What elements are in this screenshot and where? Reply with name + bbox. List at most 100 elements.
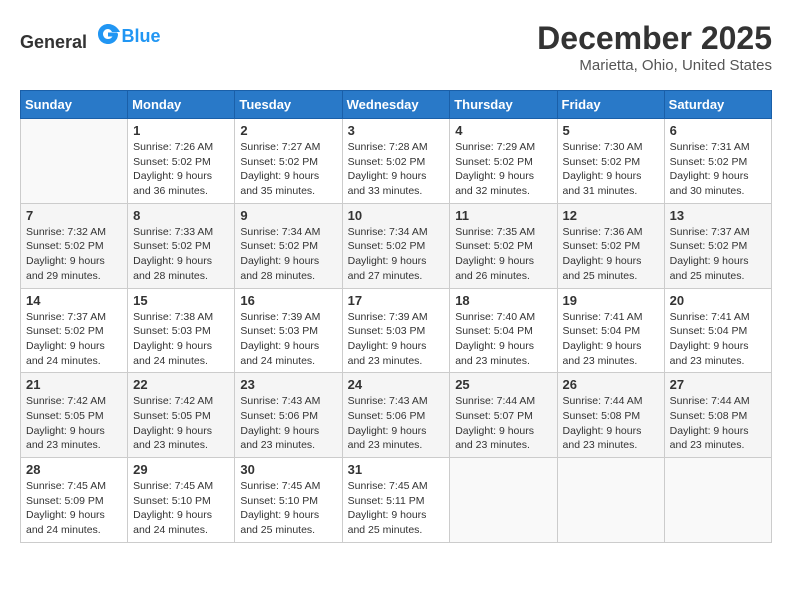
logo: General Blue (20, 20, 161, 53)
day-info: Sunrise: 7:44 AMSunset: 5:08 PMDaylight:… (563, 394, 659, 453)
calendar-week-row: 21Sunrise: 7:42 AMSunset: 5:05 PMDayligh… (21, 373, 772, 458)
day-number: 5 (563, 123, 659, 138)
calendar-cell: 10 Sunrise: 7:34 AMSunset: 5:02 PMDayligh… (342, 203, 450, 288)
calendar-cell: 9 Sunrise: 7:34 AMSunset: 5:02 PMDaylight… (235, 203, 342, 288)
calendar-cell (450, 458, 557, 543)
calendar-cell: 14 Sunrise: 7:37 AMSunset: 5:02 PMDayligh… (21, 288, 128, 373)
calendar-cell: 8Sunrise: 7:33 AMSunset: 5:02 PMDaylight… (128, 203, 235, 288)
calendar-cell: 13 Sunrise: 7:37 AMSunset: 5:02 PMDayligh… (664, 203, 771, 288)
day-number: 11 (455, 208, 551, 223)
day-number: 22 (133, 377, 229, 392)
day-number: 27 (670, 377, 766, 392)
logo-blue: Blue (122, 26, 161, 46)
day-info: Sunrise: 7:37 AMSunset: 5:02 PMDaylight:… (26, 310, 122, 369)
day-info: Sunrise: 7:41 AMSunset: 5:04 PMDaylight:… (670, 310, 766, 369)
day-info: Sunrise: 7:36 AMSunset: 5:02 PMDaylight:… (563, 225, 659, 284)
day-number: 3 (348, 123, 445, 138)
calendar-cell: 30 Sunrise: 7:45 AMSunset: 5:10 PMDayligh… (235, 458, 342, 543)
calendar-cell (557, 458, 664, 543)
day-info: Sunrise: 7:43 AMSunset: 5:06 PMDaylight:… (240, 394, 336, 453)
day-info: Sunrise: 7:34 AMSunset: 5:02 PMDaylight:… (240, 225, 336, 284)
day-info: Sunrise: 7:45 AMSunset: 5:11 PMDaylight:… (348, 479, 445, 538)
calendar-cell: 29 Sunrise: 7:45 AMSunset: 5:10 PMDayligh… (128, 458, 235, 543)
day-info: Sunrise: 7:38 AMSunset: 5:03 PMDaylight:… (133, 310, 229, 369)
day-info: Sunrise: 7:39 AMSunset: 5:03 PMDaylight:… (240, 310, 336, 369)
calendar-cell: 3Sunrise: 7:28 AMSunset: 5:02 PMDaylight… (342, 119, 450, 204)
day-number: 12 (563, 208, 659, 223)
day-info: Sunrise: 7:39 AMSunset: 5:03 PMDaylight:… (348, 310, 445, 369)
day-info: Sunrise: 7:44 AMSunset: 5:07 PMDaylight:… (455, 394, 551, 453)
day-number: 14 (26, 293, 122, 308)
day-number: 25 (455, 377, 551, 392)
column-header-sunday: Sunday (21, 91, 128, 119)
day-info: Sunrise: 7:43 AMSunset: 5:06 PMDaylight:… (348, 394, 445, 453)
day-number: 4 (455, 123, 551, 138)
day-number: 8 (133, 208, 229, 223)
column-header-saturday: Saturday (664, 91, 771, 119)
calendar-cell: 2 Sunrise: 7:27 AMSunset: 5:02 PMDaylight… (235, 119, 342, 204)
calendar-week-row: 28Sunrise: 7:45 AMSunset: 5:09 PMDayligh… (21, 458, 772, 543)
calendar-cell: 1Sunrise: 7:26 AMSunset: 5:02 PMDaylight… (128, 119, 235, 204)
day-info: Sunrise: 7:42 AMSunset: 5:05 PMDaylight:… (133, 394, 229, 453)
day-info: Sunrise: 7:32 AMSunset: 5:02 PMDaylight:… (26, 225, 122, 284)
day-number: 17 (348, 293, 445, 308)
calendar-table: SundayMondayTuesdayWednesdayThursdayFrid… (20, 90, 772, 543)
column-header-wednesday: Wednesday (342, 91, 450, 119)
day-number: 6 (670, 123, 766, 138)
day-number: 29 (133, 462, 229, 477)
day-number: 30 (240, 462, 336, 477)
column-header-thursday: Thursday (450, 91, 557, 119)
calendar-cell: 23 Sunrise: 7:43 AMSunset: 5:06 PMDayligh… (235, 373, 342, 458)
day-info: Sunrise: 7:31 AMSunset: 5:02 PMDaylight:… (670, 140, 766, 199)
day-info: Sunrise: 7:27 AMSunset: 5:02 PMDaylight:… (240, 140, 336, 199)
day-number: 2 (240, 123, 336, 138)
day-info: Sunrise: 7:40 AMSunset: 5:04 PMDaylight:… (455, 310, 551, 369)
calendar-cell: 26 Sunrise: 7:44 AMSunset: 5:08 PMDayligh… (557, 373, 664, 458)
calendar-cell: 20 Sunrise: 7:41 AMSunset: 5:04 PMDayligh… (664, 288, 771, 373)
day-info: Sunrise: 7:42 AMSunset: 5:05 PMDaylight:… (26, 394, 122, 453)
calendar-cell: 11Sunrise: 7:35 AMSunset: 5:02 PMDayligh… (450, 203, 557, 288)
calendar-cell: 19Sunrise: 7:41 AMSunset: 5:04 PMDayligh… (557, 288, 664, 373)
calendar-cell: 16Sunrise: 7:39 AMSunset: 5:03 PMDayligh… (235, 288, 342, 373)
day-number: 24 (348, 377, 445, 392)
day-info: Sunrise: 7:45 AMSunset: 5:10 PMDaylight:… (133, 479, 229, 538)
day-number: 28 (26, 462, 122, 477)
calendar-cell: 5 Sunrise: 7:30 AMSunset: 5:02 PMDaylight… (557, 119, 664, 204)
day-info: Sunrise: 7:45 AMSunset: 5:10 PMDaylight:… (240, 479, 336, 538)
day-number: 23 (240, 377, 336, 392)
logo-icon (94, 20, 122, 48)
day-number: 20 (670, 293, 766, 308)
day-number: 26 (563, 377, 659, 392)
calendar-cell: 24 Sunrise: 7:43 AMSunset: 5:06 PMDayligh… (342, 373, 450, 458)
day-info: Sunrise: 7:30 AMSunset: 5:02 PMDaylight:… (563, 140, 659, 199)
day-number: 9 (240, 208, 336, 223)
calendar-week-row: 14 Sunrise: 7:37 AMSunset: 5:02 PMDayligh… (21, 288, 772, 373)
day-info: Sunrise: 7:44 AMSunset: 5:08 PMDaylight:… (670, 394, 766, 453)
calendar-cell (21, 119, 128, 204)
calendar-cell: 15Sunrise: 7:38 AMSunset: 5:03 PMDayligh… (128, 288, 235, 373)
day-number: 19 (563, 293, 659, 308)
page-header: General Blue December 2025 Marietta, Ohi… (20, 20, 772, 74)
day-info: Sunrise: 7:37 AMSunset: 5:02 PMDaylight:… (670, 225, 766, 284)
calendar-week-row: 7Sunrise: 7:32 AMSunset: 5:02 PMDaylight… (21, 203, 772, 288)
column-header-monday: Monday (128, 91, 235, 119)
column-header-friday: Friday (557, 91, 664, 119)
column-header-tuesday: Tuesday (235, 91, 342, 119)
day-number: 18 (455, 293, 551, 308)
calendar-cell: 27 Sunrise: 7:44 AMSunset: 5:08 PMDayligh… (664, 373, 771, 458)
calendar-cell: 17 Sunrise: 7:39 AMSunset: 5:03 PMDayligh… (342, 288, 450, 373)
logo-general: General (20, 32, 87, 52)
calendar-cell: 6 Sunrise: 7:31 AMSunset: 5:02 PMDaylight… (664, 119, 771, 204)
day-info: Sunrise: 7:34 AMSunset: 5:02 PMDaylight:… (348, 225, 445, 284)
calendar-cell: 25 Sunrise: 7:44 AMSunset: 5:07 PMDayligh… (450, 373, 557, 458)
day-number: 13 (670, 208, 766, 223)
calendar-cell: 28Sunrise: 7:45 AMSunset: 5:09 PMDayligh… (21, 458, 128, 543)
day-info: Sunrise: 7:29 AMSunset: 5:02 PMDaylight:… (455, 140, 551, 199)
calendar-cell: 4 Sunrise: 7:29 AMSunset: 5:02 PMDaylight… (450, 119, 557, 204)
day-number: 31 (348, 462, 445, 477)
title-section: December 2025 Marietta, Ohio, United Sta… (537, 20, 772, 74)
calendar-header-row: SundayMondayTuesdayWednesdayThursdayFrid… (21, 91, 772, 119)
day-number: 1 (133, 123, 229, 138)
day-number: 10 (348, 208, 445, 223)
calendar-cell: 18 Sunrise: 7:40 AMSunset: 5:04 PMDayligh… (450, 288, 557, 373)
